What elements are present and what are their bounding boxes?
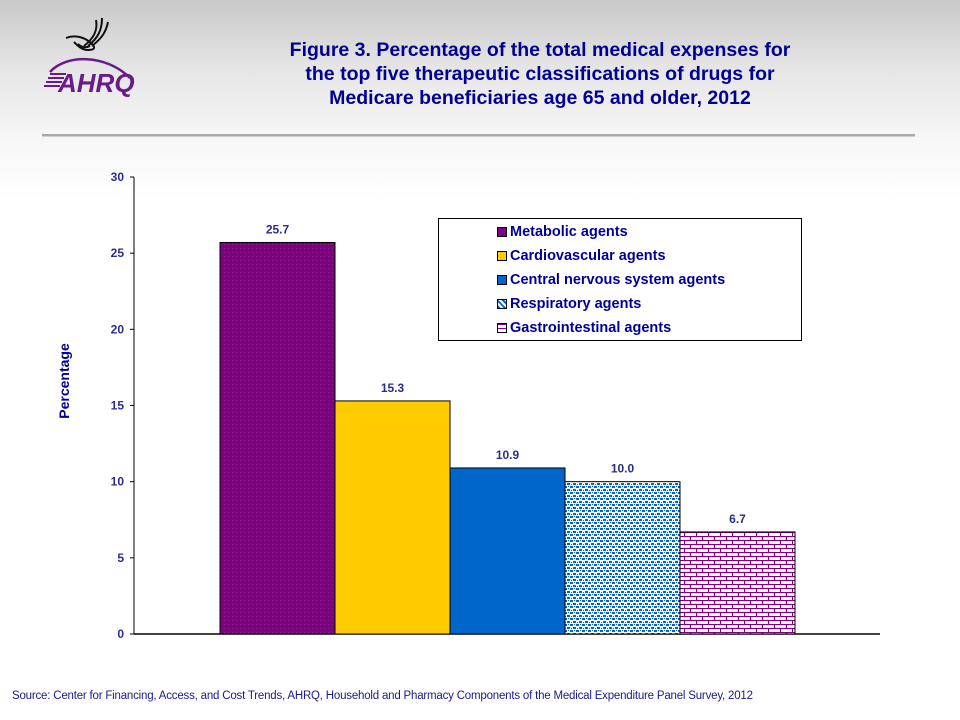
source-note: Source: Center for Financing, Access, an… [12, 690, 753, 702]
legend-label: Respiratory agents [510, 296, 642, 312]
bar-gastrointestinal-agents [679, 531, 796, 635]
y-tick-label: 15 [111, 399, 125, 413]
data-label-metabolic-agents: 25.7 [266, 223, 290, 237]
chart-legend: Metabolic agents Cardiovascular agents C… [438, 218, 802, 341]
bar-chart: 0 5 10 15 20 25 30 25.7 15.3 10.9 10.0 6.7 Percent… [56, 170, 880, 641]
legend-swatch-cardiovascular [497, 251, 507, 261]
bar-respiratory-agents [564, 481, 681, 635]
y-tick-label: 20 [111, 322, 125, 336]
data-label-respiratory-agents: 10.0 [611, 462, 635, 476]
legend-item-cardiovascular: Cardiovascular agents [497, 246, 666, 266]
legend-label: Cardiovascular agents [510, 248, 666, 264]
bar-central-nervous-system-agents [449, 467, 566, 635]
legend-label: Gastrointestinal agents [510, 320, 672, 336]
y-tick-label: 30 [111, 170, 125, 184]
data-label-gastrointestinal-agents: 6.7 [729, 512, 746, 526]
legend-swatch-respiratory [497, 299, 507, 309]
y-tick-label: 5 [117, 551, 124, 565]
legend-item-cns: Central nervous system agents [497, 270, 725, 290]
y-tick-label: 25 [111, 246, 125, 260]
legend-swatch-cns [497, 275, 507, 285]
legend-label: Central nervous system agents [510, 272, 726, 288]
legend-swatch-gastrointestinal [497, 323, 507, 333]
y-tick-label: 10 [111, 475, 125, 489]
data-label-central-nervous-system-agents: 10.9 [496, 448, 520, 462]
y-axis-label: Percentage [56, 343, 72, 419]
legend-label: Metabolic agents [510, 224, 628, 240]
legend-item-respiratory: Respiratory agents [497, 294, 641, 314]
data-label-cardiovascular-agents: 15.3 [381, 381, 405, 395]
bar-cardiovascular-agents [334, 400, 451, 635]
legend-item-gastrointestinal: Gastrointestinal agents [497, 318, 671, 338]
bar-metabolic-agents [219, 242, 336, 635]
y-tick-label: 0 [117, 627, 124, 641]
legend-swatch-metabolic [497, 227, 507, 237]
legend-item-metabolic: Metabolic agents [497, 222, 628, 242]
